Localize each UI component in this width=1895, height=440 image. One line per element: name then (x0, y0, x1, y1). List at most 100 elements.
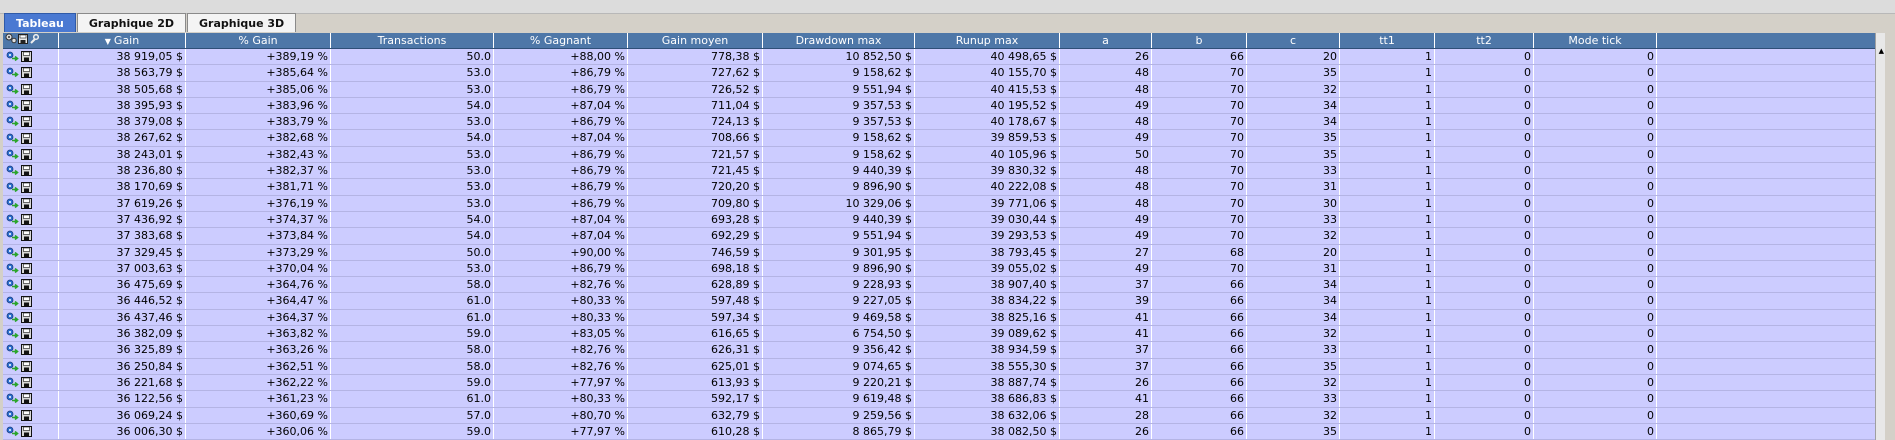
apply-settings-icon[interactable] (6, 344, 19, 355)
table-row[interactable]: 36 437,46 $ +364,37 % 61.0 +80,33 % 597,34 $… (3, 309, 1885, 327)
table-row[interactable]: 36 069,24 $ +360,69 % 57.0 +80,70 % 632,79 $… (3, 407, 1885, 424)
column-header-tt2[interactable]: tt2 (1435, 33, 1534, 48)
save-icon[interactable] (21, 344, 32, 356)
cell-b: 70 (1152, 97, 1247, 114)
save-icon[interactable] (21, 279, 32, 291)
apply-settings-icon[interactable] (6, 377, 19, 388)
table-row[interactable]: 36 382,09 $ +363,82 % 59.0 +83,05 % 616,65 $… (3, 326, 1885, 343)
apply-settings-icon[interactable] (6, 133, 19, 144)
tab-graphique-3d[interactable]: Graphique 3D (187, 13, 297, 32)
table-row[interactable]: 36 122,56 $ +361,23 % 61.0 +80,33 % 592,17 $… (3, 391, 1885, 408)
column-header-mode-tick[interactable]: Mode tick (1534, 33, 1657, 48)
cell-runup-max: 40 155,70 $ (915, 65, 1060, 81)
apply-settings-icon[interactable] (6, 214, 19, 225)
save-icon[interactable] (21, 311, 32, 323)
apply-settings-icon[interactable] (6, 230, 19, 241)
save-icon[interactable] (21, 377, 32, 389)
apply-settings-icon[interactable] (6, 393, 19, 404)
column-header-pct-gagnant[interactable]: % Gagnant (494, 33, 628, 48)
apply-settings-icon[interactable] (6, 361, 19, 372)
apply-settings-icon[interactable] (6, 263, 19, 274)
table-row[interactable]: 38 243,01 $ +382,43 % 53.0 +86,79 % 721,57 $… (3, 146, 1885, 164)
save-icon[interactable] (21, 100, 32, 112)
apply-settings-icon[interactable] (6, 410, 19, 421)
tab-tableau[interactable]: Tableau (4, 13, 76, 32)
table-row[interactable]: 38 919,05 $ +389,19 % 50.0 +88,00 % 778,38 $… (3, 49, 1885, 66)
column-header-gain-moyen[interactable]: Gain moyen (628, 33, 763, 48)
apply-settings-icon[interactable] (6, 279, 19, 290)
table-row[interactable]: 38 395,93 $ +383,96 % 54.0 +87,04 % 711,04 $… (3, 97, 1885, 115)
apply-settings-icon[interactable] (6, 84, 19, 95)
save-icon[interactable] (21, 165, 32, 177)
cell-pct-gain: +364,47 % (186, 293, 331, 309)
save-icon[interactable] (21, 83, 32, 95)
table-row[interactable]: 38 170,69 $ +381,71 % 53.0 +86,79 % 720,20 $… (3, 179, 1885, 196)
column-header-pct-gain[interactable]: % Gain (186, 33, 331, 48)
save-icon[interactable] (21, 360, 32, 372)
wrench-icon[interactable] (29, 33, 40, 48)
save-icon[interactable] (21, 409, 32, 421)
save-icon[interactable] (21, 67, 32, 79)
save-icon[interactable] (18, 33, 28, 48)
apply-settings-icon[interactable] (6, 296, 19, 307)
apply-settings-icon[interactable] (6, 67, 19, 78)
table-row[interactable]: 36 325,89 $ +363,26 % 58.0 +82,76 % 626,31 $… (3, 342, 1885, 359)
apply-settings-icon[interactable] (6, 165, 19, 176)
table-row[interactable]: 36 006,30 $ +360,06 % 59.0 +77,97 % 610,28 $… (3, 423, 1885, 440)
apply-settings-icon[interactable] (6, 198, 19, 209)
apply-settings-icon[interactable] (6, 116, 19, 127)
table-row[interactable]: 37 003,63 $ +370,04 % 53.0 +86,79 % 698,18 $… (3, 260, 1885, 278)
table-row[interactable]: 38 379,08 $ +383,79 % 53.0 +86,79 % 724,13 $… (3, 114, 1885, 131)
save-icon[interactable] (21, 425, 32, 437)
column-header-tt1[interactable]: tt1 (1340, 33, 1435, 48)
table-row[interactable]: 37 329,45 $ +373,29 % 50.0 +90,00 % 746,59 $… (3, 244, 1885, 261)
apply-settings-icon[interactable] (6, 51, 19, 62)
column-header-b[interactable]: b (1152, 33, 1247, 48)
column-header-transactions[interactable]: Transactions (331, 33, 494, 48)
column-header-drawdown-max[interactable]: Drawdown max (763, 33, 915, 48)
apply-settings-icon[interactable] (6, 149, 19, 160)
column-header-gain[interactable]: ▼ Gain (59, 33, 186, 48)
column-header-c[interactable]: c (1247, 33, 1340, 48)
vertical-scrollbar[interactable]: ▲ (1875, 33, 1885, 440)
apply-settings-icon[interactable] (6, 100, 19, 111)
save-icon[interactable] (21, 295, 32, 307)
scroll-up-arrow-icon[interactable]: ▲ (1879, 47, 1884, 55)
gear-icon[interactable] (5, 33, 17, 48)
table-row[interactable]: 38 236,80 $ +382,37 % 53.0 +86,79 % 721,45 $… (3, 163, 1885, 180)
save-icon[interactable] (21, 181, 32, 193)
table-row[interactable]: 38 563,79 $ +385,64 % 53.0 +86,79 % 727,62 $… (3, 65, 1885, 82)
apply-settings-icon[interactable] (6, 247, 19, 258)
column-header-runup-max[interactable]: Runup max (915, 33, 1060, 48)
cell-tt1: 1 (1340, 391, 1435, 407)
cell-drawdown-max: 10 852,50 $ (763, 49, 915, 65)
table-row[interactable]: 37 383,68 $ +373,84 % 54.0 +87,04 % 692,29 $… (3, 228, 1885, 245)
save-icon[interactable] (21, 246, 32, 258)
table-row[interactable]: 36 446,52 $ +364,47 % 61.0 +80,33 % 597,48 $… (3, 293, 1885, 310)
table-row[interactable]: 36 221,68 $ +362,22 % 59.0 +77,97 % 613,93 $… (3, 374, 1885, 392)
table-row[interactable]: 38 267,62 $ +382,68 % 54.0 +87,04 % 708,66 $… (3, 130, 1885, 147)
save-icon[interactable] (21, 393, 32, 405)
apply-settings-icon[interactable] (6, 312, 19, 323)
save-icon[interactable] (21, 197, 32, 209)
save-icon[interactable] (21, 148, 32, 160)
table-row[interactable]: 36 250,84 $ +362,51 % 58.0 +82,76 % 625,01 $… (3, 358, 1885, 375)
tab-graphique-2d[interactable]: Graphique 2D (76, 13, 187, 32)
cell-b: 68 (1152, 244, 1247, 260)
save-icon[interactable] (21, 51, 32, 63)
save-icon[interactable] (21, 132, 32, 144)
save-icon[interactable] (21, 263, 32, 274)
table-row[interactable]: 38 505,68 $ +385,06 % 53.0 +86,79 % 726,52 $… (3, 81, 1885, 98)
table-row[interactable]: 37 619,26 $ +376,19 % 53.0 +86,79 % 709,80 $… (3, 195, 1885, 212)
save-icon[interactable] (21, 214, 32, 226)
apply-settings-icon[interactable] (6, 182, 19, 193)
save-icon[interactable] (21, 116, 32, 128)
save-icon[interactable] (21, 230, 32, 242)
table-row[interactable]: 37 436,92 $ +374,37 % 54.0 +87,04 % 693,28 $… (3, 211, 1885, 229)
cell-gain-moyen: 724,13 $ (628, 114, 763, 130)
column-header-a[interactable]: a (1060, 33, 1152, 48)
table-row[interactable]: 36 475,69 $ +364,76 % 58.0 +82,76 % 628,89 $… (3, 277, 1885, 294)
apply-settings-icon[interactable] (6, 328, 19, 339)
save-icon[interactable] (21, 328, 32, 340)
apply-settings-icon[interactable] (6, 426, 19, 437)
